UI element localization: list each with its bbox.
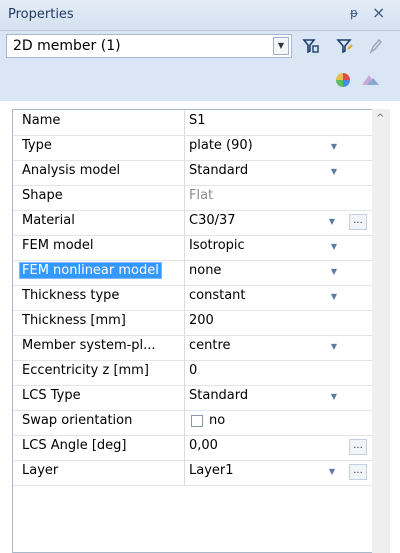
property-row-layer[interactable]: Layer Layer1 ▼ ... (13, 460, 375, 486)
swap-orientation-checkbox[interactable] (191, 415, 203, 427)
selection-combo-value: 2D member (1) (13, 38, 121, 54)
chevron-down-icon[interactable]: ▼ (325, 215, 339, 229)
properties-title-bar: Properties ᵽ × (0, 0, 400, 31)
filter-select-icon[interactable] (302, 37, 320, 59)
property-row-swap-orientation[interactable]: Swap orientation no (13, 410, 375, 436)
property-label: Eccentricity z [mm] (13, 360, 185, 385)
property-label: Shape (13, 185, 185, 210)
property-value-readonly: Flat (189, 188, 214, 203)
chevron-down-icon[interactable]: ▼ (327, 265, 341, 279)
property-label: Thickness type (13, 285, 185, 310)
property-row-material[interactable]: Material C30/37 ▼ ... (13, 210, 375, 236)
property-grid: Name S1 Type plate (90) ▼ Analysis model… (12, 109, 376, 553)
property-row-lcs-type[interactable]: LCS Type Standard ▼ (13, 385, 375, 411)
property-label-selected: FEM nonlinear model (13, 260, 185, 285)
property-label: Material (13, 210, 185, 235)
close-icon[interactable]: × (372, 3, 385, 22)
property-value[interactable]: 0 (189, 360, 197, 385)
property-value[interactable]: centre (189, 335, 231, 360)
filter-icon[interactable] (336, 37, 354, 59)
property-row-type[interactable]: Type plate (90) ▼ (13, 135, 375, 161)
view-toolbar (0, 63, 400, 101)
chevron-down-icon[interactable]: ▼ (327, 165, 341, 179)
property-label: Type (13, 135, 185, 160)
property-row-member-system-plane[interactable]: Member system-pl... centre ▼ (13, 335, 375, 361)
property-label: FEM model (13, 235, 185, 260)
pin-icon[interactable]: ᵽ (350, 6, 358, 20)
property-label: Member system-pl... (13, 335, 185, 360)
property-row-thickness-type[interactable]: Thickness type constant ▼ (13, 285, 375, 311)
property-label: Thickness [mm] (13, 310, 185, 335)
property-label: Swap orientation (13, 410, 185, 435)
selection-combo[interactable]: 2D member (1) ▼ (6, 34, 292, 58)
vertical-scrollbar[interactable]: ^ (372, 109, 390, 553)
property-row-thickness[interactable]: Thickness [mm] 200 (13, 310, 375, 336)
property-value[interactable]: 200 (189, 310, 214, 335)
property-row-eccentricity[interactable]: Eccentricity z [mm] 0 (13, 360, 375, 386)
property-value[interactable]: Layer1 (189, 460, 234, 485)
property-row-fem-nonlinear-model[interactable]: FEM nonlinear model none ▼ (13, 260, 375, 286)
ellipsis-button[interactable]: ... (349, 464, 367, 480)
ellipsis-button[interactable]: ... (349, 214, 367, 230)
selection-toolbar: 2D member (1) ▼ (0, 31, 400, 63)
color-wheel-icon[interactable] (334, 71, 352, 93)
property-value[interactable]: plate (90) (189, 135, 253, 160)
property-value[interactable]: C30/37 (189, 210, 236, 235)
property-value[interactable]: Standard (189, 385, 248, 410)
property-row-analysis-model[interactable]: Analysis model Standard ▼ (13, 160, 375, 186)
property-label: Layer (13, 460, 185, 485)
chevron-down-icon[interactable]: ▼ (327, 240, 341, 254)
ellipsis-button[interactable]: ... (349, 439, 367, 455)
chevron-down-icon[interactable]: ▼ (327, 290, 341, 304)
property-value[interactable]: none (189, 260, 221, 285)
property-value[interactable]: 0,00 (189, 435, 218, 460)
panel-title: Properties (8, 7, 74, 22)
chevron-down-icon[interactable]: ▼ (327, 390, 341, 404)
property-value[interactable]: Standard (189, 160, 248, 185)
property-row-fem-model[interactable]: FEM model Isotropic ▼ (13, 235, 375, 261)
property-label: LCS Type (13, 385, 185, 410)
property-value[interactable]: Isotropic (189, 235, 245, 260)
selected-label-text: FEM nonlinear model (19, 262, 162, 279)
chevron-down-icon[interactable]: ▼ (327, 340, 341, 354)
chevron-down-icon[interactable]: ▼ (325, 465, 339, 479)
property-label: LCS Angle [deg] (13, 435, 185, 460)
chevron-down-icon[interactable]: ▼ (273, 37, 289, 55)
property-label: Name (13, 110, 185, 135)
chevron-down-icon[interactable]: ▼ (327, 140, 341, 154)
property-value[interactable]: constant (189, 285, 246, 310)
pencil-icon[interactable] (368, 37, 384, 59)
property-value[interactable]: S1 (189, 110, 206, 135)
render-view-icon[interactable] (360, 71, 380, 93)
property-label: Analysis model (13, 160, 185, 185)
property-row-name[interactable]: Name S1 (13, 110, 375, 136)
property-value: no (209, 413, 226, 428)
property-row-lcs-angle[interactable]: LCS Angle [deg] 0,00 ... (13, 435, 375, 461)
scroll-up-icon[interactable]: ^ (376, 113, 384, 124)
property-row-shape[interactable]: Shape Flat (13, 185, 375, 211)
